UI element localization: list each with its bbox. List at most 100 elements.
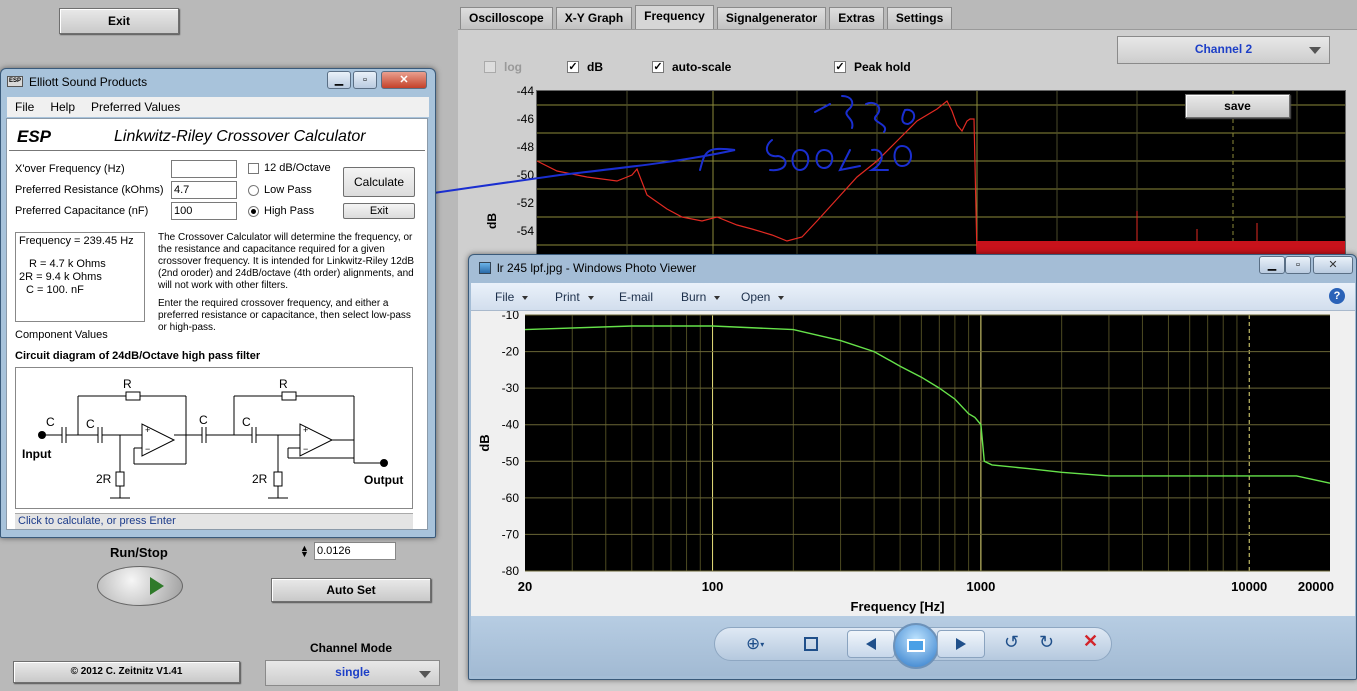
label-c-2: C (86, 417, 95, 431)
esp-title-bar[interactable]: ESP Elliott Sound Products ▁ ▫ ✕ (1, 69, 435, 95)
actual-size-icon[interactable] (804, 637, 818, 651)
svg-text:−: − (303, 444, 308, 454)
slideshow-icon (907, 639, 925, 652)
capacitance-label: Preferred Capacitance (nF) (15, 205, 149, 217)
viewer-menu-print[interactable]: Print (555, 290, 594, 304)
spinner-icon: ▲ ▼ (300, 543, 309, 559)
x-axis-label: Frequency [Hz] (851, 599, 945, 614)
viewer-menu-open[interactable]: Open (741, 290, 785, 304)
esp-menubar: File Help Preferred Values (7, 97, 429, 117)
high-pass-radio[interactable] (248, 206, 259, 217)
channel-mode-label: Channel Mode (310, 641, 393, 655)
chevron-down-icon (714, 295, 721, 300)
label-c-4: C (242, 415, 251, 429)
photo-viewer-title-bar[interactable]: lr 245 lpf.jpg - Windows Photo Viewer ▁ … (469, 255, 1356, 281)
y-tick-label: -70 (502, 527, 520, 541)
high-pass-label: High Pass (264, 205, 315, 217)
label-input: Input (22, 447, 51, 461)
chevron-down-icon (419, 671, 431, 678)
circuit-diagram-svg: + − + − R R C C C C 2R 2R Input Output (22, 377, 403, 499)
maximize-button[interactable]: ▫ (353, 71, 377, 89)
xover-frequency-label: X'over Frequency (Hz) (15, 163, 125, 175)
status-bar: Click to calculate, or press Enter (15, 513, 413, 529)
viewer-menu-label: Print (555, 290, 580, 304)
viewer-menu-burn[interactable]: Burn (681, 290, 721, 304)
low-pass-label: Low Pass (264, 184, 312, 196)
esp-logo: ESP (17, 127, 52, 146)
results-box: Frequency = 239.45 Hz R = 4.7 k Ohms 2R … (15, 232, 145, 322)
result-frequency: Frequency = 239.45 Hz (19, 235, 134, 247)
viewer-menu-label: Open (741, 290, 771, 304)
result-c: C = 100. nF (26, 284, 84, 296)
chevron-down-icon (522, 295, 529, 300)
x-tick-label: 20000 (1298, 579, 1334, 594)
low-pass-radio[interactable] (248, 185, 259, 196)
circuit-diagram: + − + − R R C C C C 2R 2R Input Output (15, 367, 413, 509)
zoom-icon[interactable]: ⊕▾ (746, 634, 764, 654)
previous-button[interactable] (847, 630, 895, 658)
label-output: Output (364, 473, 403, 487)
description-text: The Crossover Calculator will determine … (158, 232, 416, 334)
esp-client-area: ESP Linkwitz-Riley Crossover Calculator … (6, 118, 428, 530)
capacitance-input[interactable]: 100 (171, 202, 237, 220)
y-tick-label: -40 (502, 418, 520, 432)
esp-menu-file[interactable]: File (15, 100, 34, 114)
viewer-menu-label: File (495, 290, 515, 304)
close-button[interactable]: ✕ (1313, 256, 1353, 274)
slideshow-button[interactable] (893, 623, 939, 669)
viewer-menu-file[interactable]: File (495, 290, 529, 304)
photo-viewer-image-area: -10 -20 -30 -40 -50 -60 -70 -80 20 100 1000 10000 20… (471, 308, 1355, 616)
label-r-2: R (279, 377, 288, 391)
component-values-label: Component Values (15, 329, 108, 341)
maximize-button[interactable]: ▫ (1285, 256, 1311, 274)
y-axis-label: dB (477, 434, 492, 451)
label-2r-2: 2R (252, 472, 268, 486)
description-paragraph-2: Enter the required crossover frequency, … (158, 298, 411, 333)
delete-icon[interactable]: ✕ (1083, 631, 1098, 652)
x-tick-label: 20 (518, 579, 532, 594)
photo-viewer-app-icon (479, 262, 491, 274)
minimize-button[interactable]: ▁ (327, 71, 351, 89)
calculate-button[interactable]: Calculate (343, 167, 415, 197)
esp-heading-rule (9, 150, 425, 151)
esp-app-icon: ESP (7, 76, 23, 87)
help-icon[interactable]: ? (1329, 288, 1345, 304)
next-button[interactable] (937, 630, 985, 658)
close-button[interactable]: ✕ (381, 71, 427, 89)
12db-octave-checkbox[interactable] (248, 163, 259, 174)
run-stop-button[interactable] (97, 566, 183, 606)
photo-viewer-controls: ⊕▾ ↺ ↻ ✕ (471, 616, 1355, 676)
viewer-menu-label: Burn (681, 290, 707, 304)
minimize-button[interactable]: ▁ (1259, 256, 1285, 274)
viewer-menu-e-mail[interactable]: E-mail (619, 290, 653, 304)
trigger-value[interactable]: 0.0126 (314, 542, 396, 560)
rotate-right-icon[interactable]: ↻ (1039, 632, 1054, 653)
y-tick-label: -30 (502, 381, 520, 395)
viewer-menu-label: E-mail (619, 290, 654, 304)
trigger-spinner[interactable]: ▲ ▼ 0.0126 (300, 542, 396, 560)
photo-viewer-toolbar: File Print E-mail Burn Open ? (471, 283, 1355, 311)
esp-menu-preferred-values[interactable]: Preferred Values (91, 100, 180, 114)
label-c-3: C (199, 413, 208, 427)
x-tick-label: 1000 (966, 579, 995, 594)
label-c-1: C (46, 415, 55, 429)
y-tick-label: -10 (502, 311, 520, 322)
esp-exit-button[interactable]: Exit (343, 203, 415, 219)
xover-frequency-input[interactable] (171, 160, 237, 178)
frequency-response-chart: -10 -20 -30 -40 -50 -60 -70 -8020 100 1000 10000 20… (477, 308, 1334, 614)
chevron-down-icon (778, 295, 785, 300)
rotate-left-icon[interactable]: ↺ (1004, 632, 1019, 653)
photo-viewer-title: lr 245 lpf.jpg - Windows Photo Viewer (497, 261, 697, 275)
input-terminal-icon (38, 431, 46, 439)
output-terminal-icon (380, 459, 388, 467)
chevron-down-icon (587, 295, 594, 300)
y-tick-label: -80 (502, 564, 520, 578)
channel-mode-value: single (335, 665, 370, 679)
auto-set-button[interactable]: Auto Set (271, 578, 431, 602)
resistance-label: Preferred Resistance (kOhms) (15, 184, 164, 196)
resistance-input[interactable]: 4.7 (171, 181, 237, 199)
esp-menu-help[interactable]: Help (50, 100, 75, 114)
channel-mode-select[interactable]: single (265, 660, 440, 686)
label-r-1: R (123, 377, 132, 391)
x-tick-label: 10000 (1231, 579, 1267, 594)
